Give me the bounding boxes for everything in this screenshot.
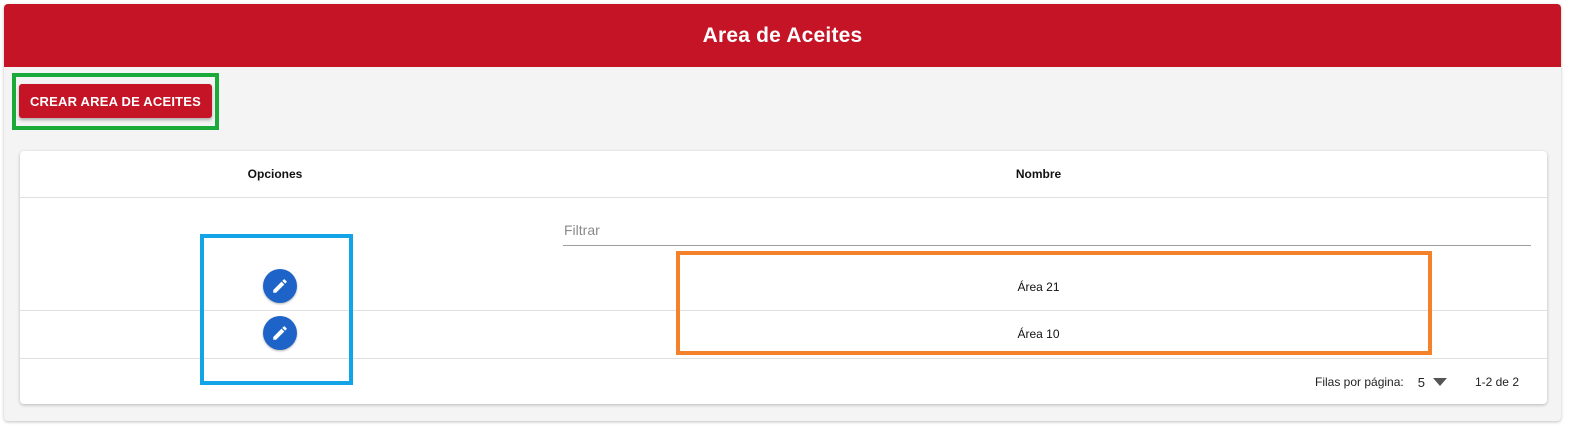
rows-per-page-label: Filas por página: <box>1315 375 1404 389</box>
data-table: Opciones Nombre Área 21 Área 10 Filas po… <box>20 151 1547 404</box>
rows-per-page-value: 5 <box>1417 374 1425 390</box>
edit-button[interactable] <box>263 269 297 303</box>
table-row: Área 10 <box>20 310 1547 357</box>
pagination-bar: Filas por página: 5 1-2 de 2 <box>20 360 1547 404</box>
rows-per-page-select[interactable]: 5 <box>1418 375 1447 390</box>
column-header-opciones: Opciones <box>247 167 303 181</box>
app-window: Area de Aceites CREAR AREA DE ACEITES Op… <box>4 4 1561 421</box>
create-area-button[interactable]: CREAR AREA DE ACEITES <box>19 84 212 118</box>
pagination-range: 1-2 de 2 <box>1474 375 1519 389</box>
filter-input[interactable] <box>563 206 1531 246</box>
page-title: Area de Aceites <box>702 23 863 47</box>
cell-nombre: Área 10 <box>1017 326 1060 341</box>
table-row: Área 21 <box>20 263 1547 310</box>
cell-nombre: Área 21 <box>1017 279 1060 294</box>
column-header-nombre[interactable]: Nombre <box>530 151 1547 197</box>
row-divider <box>20 358 1547 359</box>
page-header: Area de Aceites <box>4 4 1561 67</box>
pencil-icon <box>273 326 287 340</box>
header-divider <box>20 197 1547 198</box>
edit-button[interactable] <box>263 316 297 350</box>
pencil-icon <box>273 279 287 293</box>
dropdown-arrow-icon <box>1432 378 1447 386</box>
